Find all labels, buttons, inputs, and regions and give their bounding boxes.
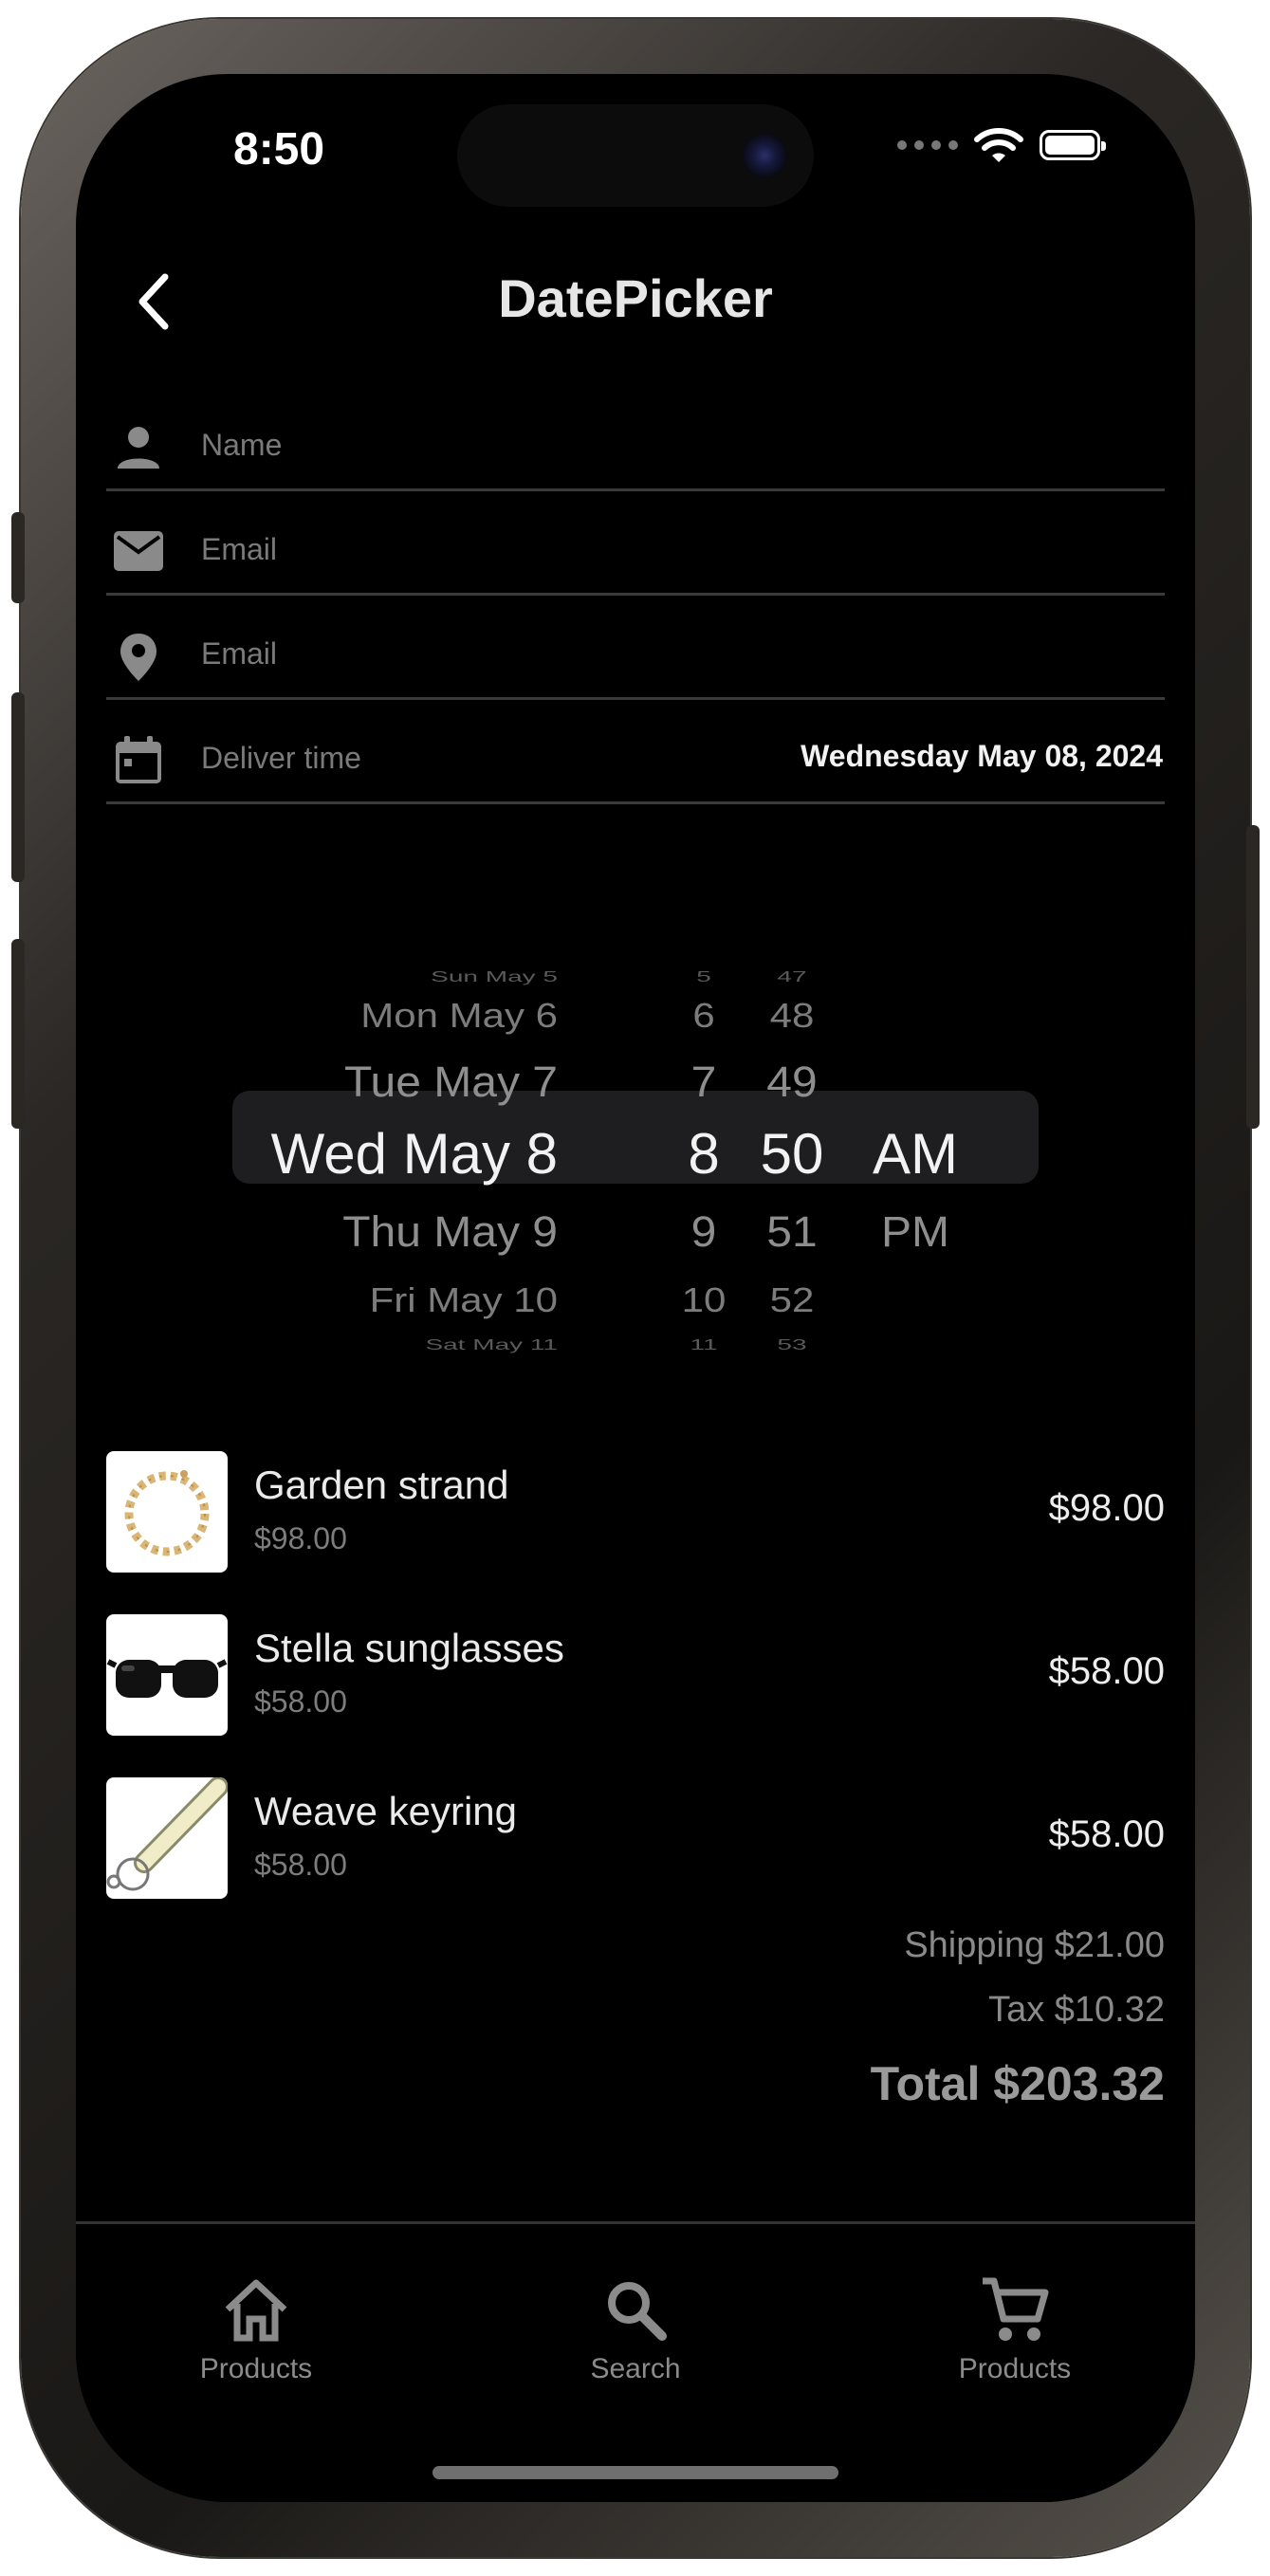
dynamic-island: [457, 104, 814, 207]
wifi-icon: [974, 128, 1023, 162]
picker-minute-option[interactable]: 50: [735, 1121, 849, 1187]
product-unit-price: $98.00: [254, 1521, 347, 1555]
date-time-picker[interactable]: Sun May 5 5 47 Mon May 6 6 48 Tue May 7 7 49 Wed …: [76, 890, 1195, 1352]
picker-minute-option[interactable]: 51: [735, 1207, 849, 1257]
tab-label: Search: [590, 2353, 681, 2384]
picker-minute-option[interactable]: 47: [735, 968, 849, 985]
status-time: 8:50: [233, 124, 325, 175]
picker-minute-option[interactable]: 53: [735, 1336, 849, 1353]
screen: 8:50 DatePicker Name Email Email Deliver…: [76, 74, 1195, 2502]
shipping-line: Shipping $21.00: [904, 1925, 1165, 1965]
product-price: $58.00: [1048, 1813, 1165, 1855]
email-field[interactable]: Email: [106, 491, 1165, 596]
deliver-time-label: Deliver time: [201, 741, 361, 775]
product-image: [106, 1777, 228, 1899]
battery-icon: [1040, 130, 1106, 160]
name-field[interactable]: Name: [106, 387, 1165, 491]
person-icon: [118, 427, 159, 469]
product-unit-price: $58.00: [254, 1848, 347, 1882]
deliver-time-field[interactable]: Deliver time Wednesday May 08, 2024: [106, 700, 1165, 804]
total-line: Total $203.32: [870, 2057, 1165, 2110]
mail-icon: [114, 531, 163, 571]
list-item[interactable]: Garden strand $98.00 $98.00: [106, 1451, 1165, 1574]
email-field-label: Email: [201, 532, 278, 566]
cart-icon: [983, 2277, 1049, 2341]
picker-ampm-option[interactable]: AM: [863, 1121, 967, 1187]
product-image: [106, 1614, 228, 1736]
picker-minute-option[interactable]: 49: [735, 1058, 849, 1107]
product-name: Weave keyring: [254, 1789, 518, 1833]
picker-date-option[interactable]: Tue May 7: [344, 1058, 558, 1107]
address-field-label: Email: [201, 636, 278, 671]
tab-bar: Products Search Products: [76, 2221, 1195, 2502]
page-title: DatePicker: [498, 268, 773, 328]
picker-date-option[interactable]: Sun May 5: [431, 968, 558, 985]
location-pin-icon: [120, 634, 156, 681]
search-icon: [608, 2282, 667, 2341]
volume-down-button: [11, 939, 25, 1129]
tab-label: Products: [199, 2353, 313, 2384]
product-price: $58.00: [1048, 1650, 1165, 1692]
picker-date-option[interactable]: Mon May 6: [360, 997, 558, 1036]
picker-minute-option[interactable]: 52: [735, 1281, 849, 1320]
product-name: Garden strand: [254, 1463, 509, 1507]
picker-ampm-option[interactable]: PM: [863, 1207, 967, 1257]
tab-search[interactable]: Search: [522, 2272, 749, 2385]
picker-date-option[interactable]: Sat May 11: [425, 1336, 558, 1353]
signal-dots-icon: [897, 140, 958, 150]
calendar-icon: [116, 736, 161, 783]
home-icon: [225, 2279, 287, 2342]
tax-line: Tax $10.32: [988, 1990, 1165, 2030]
list-item[interactable]: Weave keyring $58.00 $58.00: [106, 1777, 1165, 1901]
tab-cart[interactable]: Products: [901, 2272, 1129, 2385]
home-indicator[interactable]: [433, 2466, 838, 2479]
deliver-time-value: Wednesday May 08, 2024: [801, 739, 1163, 773]
product-name: Stella sunglasses: [254, 1626, 564, 1670]
power-button: [1246, 825, 1260, 1129]
product-image: [106, 1451, 228, 1573]
picker-date-option[interactable]: Thu May 9: [342, 1207, 558, 1257]
list-item[interactable]: Stella sunglasses $58.00 $58.00: [106, 1614, 1165, 1738]
picker-minute-option[interactable]: 48: [735, 997, 849, 1036]
tab-label: Products: [958, 2353, 1072, 2384]
status-icons: [897, 126, 1106, 164]
product-unit-price: $58.00: [254, 1684, 347, 1719]
camera-icon: [742, 133, 787, 178]
name-field-label: Name: [201, 428, 283, 462]
address-field[interactable]: Email: [106, 596, 1165, 700]
tab-products[interactable]: Products: [142, 2272, 370, 2385]
product-price: $98.00: [1048, 1487, 1165, 1529]
picker-date-option[interactable]: Fri May 10: [370, 1281, 558, 1320]
picker-date-option[interactable]: Wed May 8: [271, 1121, 558, 1187]
action-button: [11, 512, 25, 603]
volume-up-button: [11, 692, 25, 882]
